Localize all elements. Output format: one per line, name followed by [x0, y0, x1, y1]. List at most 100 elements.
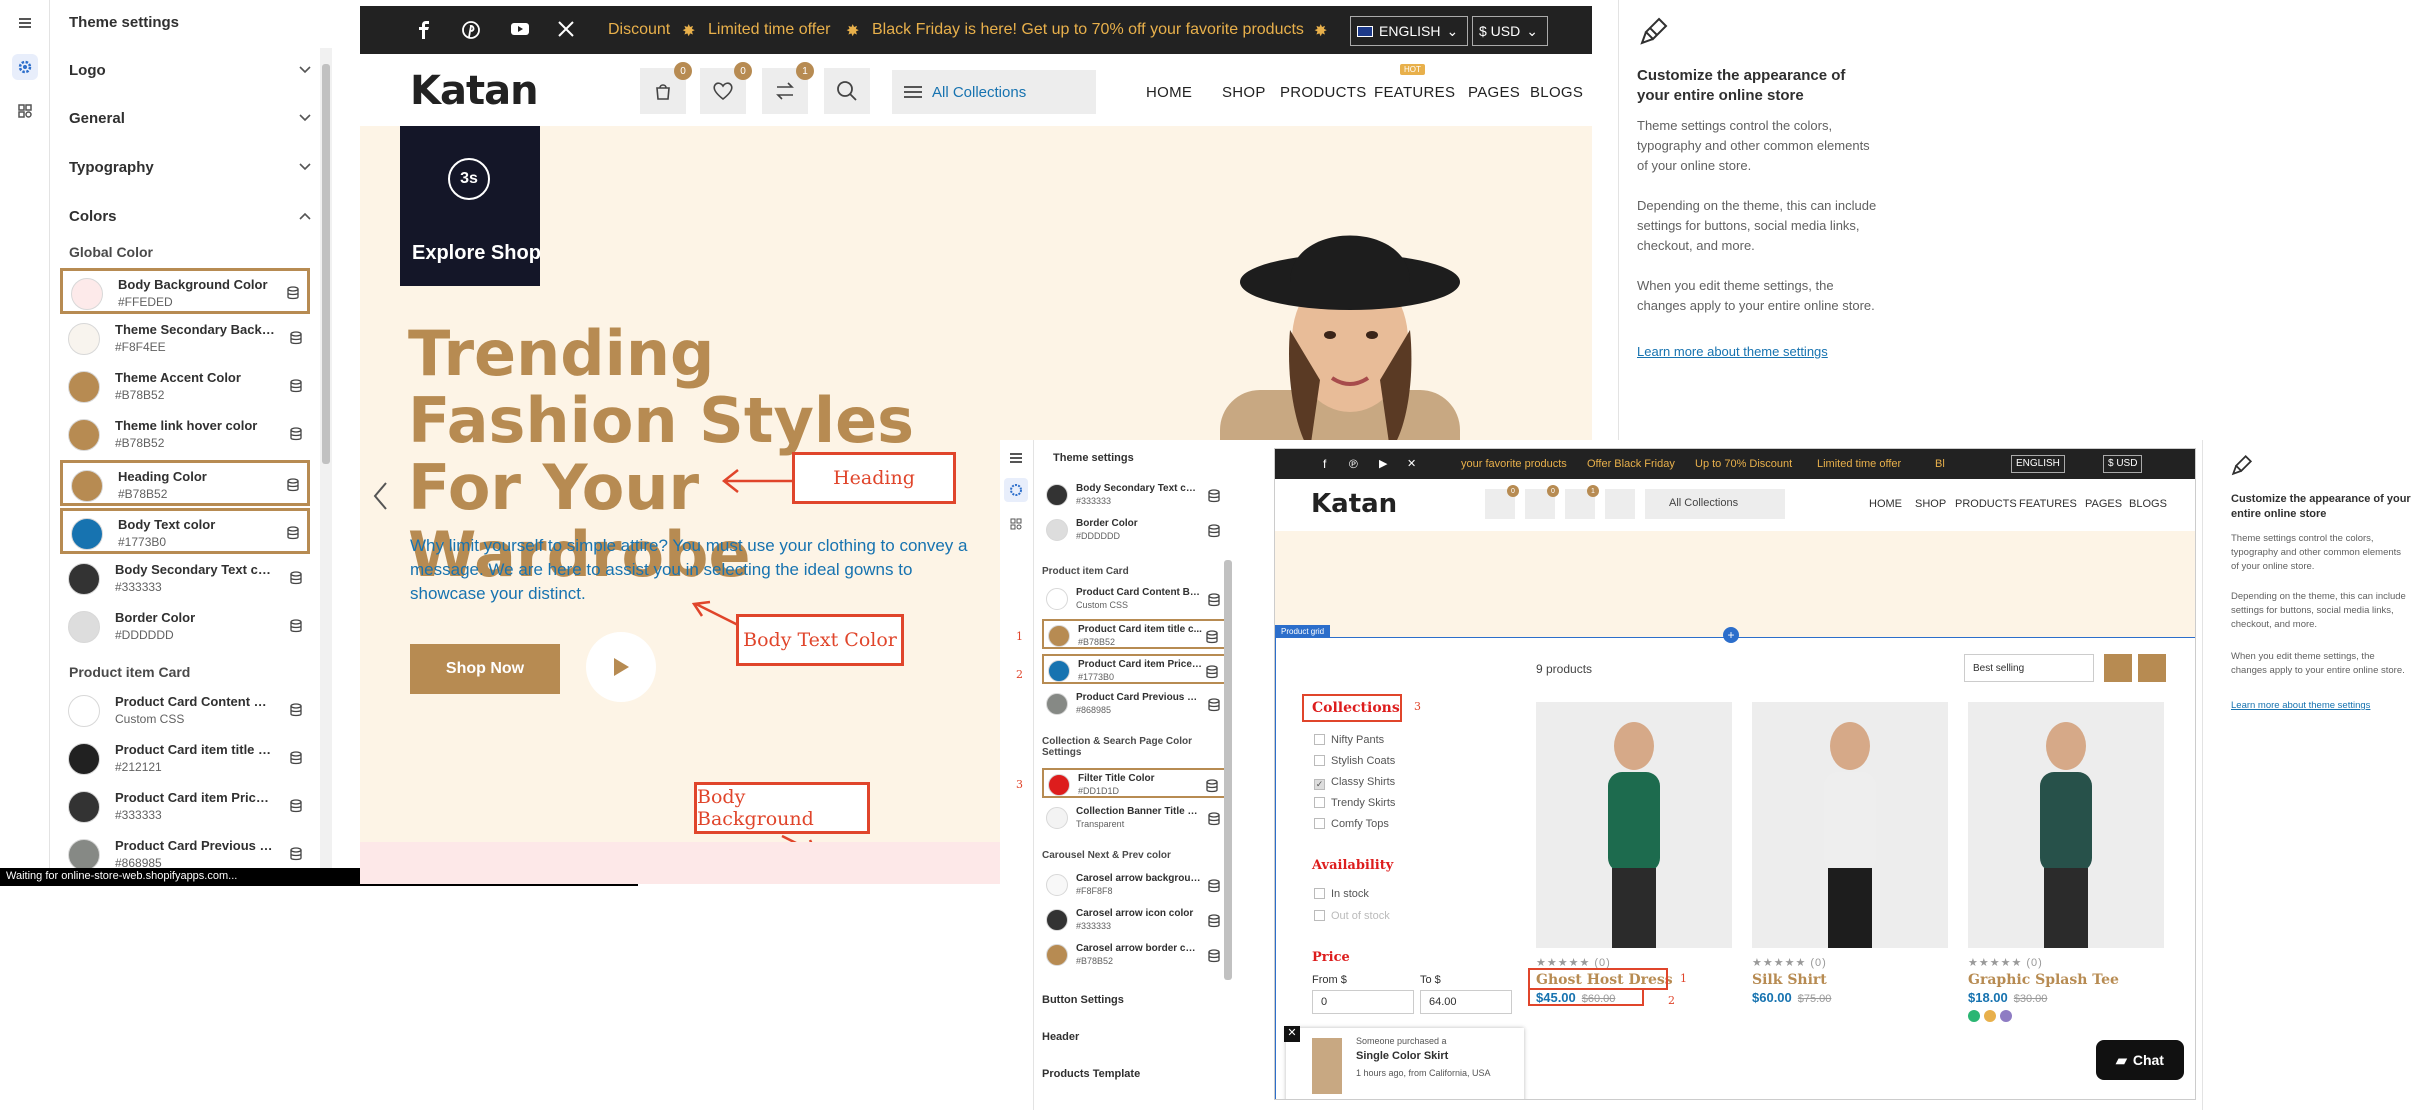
color-swatch[interactable]	[1046, 944, 1068, 966]
settings-gear-icon[interactable]	[12, 54, 38, 80]
checkbox[interactable]	[1314, 910, 1325, 921]
filter-option[interactable]: Out of stock	[1314, 910, 1390, 922]
nav-products[interactable]: PRODUCTS	[1955, 498, 2017, 510]
database-icon[interactable]	[290, 331, 302, 345]
color-setting-row[interactable]: Product Card Content Backgr... Custom CSS	[60, 688, 310, 734]
color-swatch[interactable]	[1046, 693, 1068, 715]
color-setting-row[interactable]: Body Text color #1773B0	[60, 508, 310, 554]
color-setting-row[interactable]: Product Card Previous Pr... #868985	[1042, 689, 1226, 719]
database-icon[interactable]	[290, 571, 302, 585]
database-icon[interactable]	[1206, 779, 1218, 793]
youtube-icon[interactable]	[510, 21, 530, 37]
facebook-icon[interactable]	[418, 21, 430, 39]
color-swatch[interactable]	[68, 323, 100, 355]
color-swatch[interactable]	[68, 791, 100, 823]
color-setting-row[interactable]: Body Secondary Text color #333333	[60, 556, 310, 602]
chat-button[interactable]: ▰ Chat	[2096, 1040, 2184, 1080]
nav-shop[interactable]: SHOP	[1915, 498, 1946, 510]
filter-option[interactable]: Comfy Tops	[1314, 818, 1389, 830]
color-swatch[interactable]	[71, 470, 103, 502]
store-logo[interactable]: Katan	[410, 68, 539, 114]
section-logo[interactable]: Logo	[69, 62, 319, 79]
currency-selector[interactable]: $ USD ⌄	[1472, 16, 1548, 46]
carousel-prev-icon[interactable]	[372, 481, 390, 511]
filter-option[interactable]: Trendy Skirts	[1314, 797, 1395, 809]
color-setting-row[interactable]: Carosel arrow icon color #333333	[1042, 905, 1226, 935]
search-icon[interactable]	[824, 68, 870, 114]
database-icon[interactable]	[290, 799, 302, 813]
color-setting-row[interactable]: Carosel arrow background #F8F8F8	[1042, 870, 1226, 900]
filter-title-price[interactable]: Price	[1312, 950, 1350, 965]
database-icon[interactable]	[1208, 593, 1220, 607]
color-setting-row[interactable]: Body Background Color #FFEDED	[60, 268, 310, 314]
database-icon[interactable]	[1206, 665, 1218, 679]
learn-more-link[interactable]: Learn more about theme settings	[1637, 344, 1828, 359]
scrollbar-thumb[interactable]	[322, 64, 330, 464]
database-icon[interactable]	[1206, 630, 1218, 644]
product-card-image[interactable]	[1752, 702, 1948, 948]
settings-gear-icon[interactable]	[1004, 478, 1028, 502]
database-icon[interactable]	[1208, 812, 1220, 826]
checkbox[interactable]	[1314, 818, 1325, 829]
pinterest-icon[interactable]: ℗	[1349, 457, 1358, 471]
nav-features[interactable]: FEATURES	[2019, 498, 2077, 510]
database-icon[interactable]	[1208, 914, 1220, 928]
color-swatch[interactable]	[68, 371, 100, 403]
checkbox[interactable]	[1314, 888, 1325, 899]
wishlist-heart-icon[interactable]: 0	[700, 62, 752, 114]
accordion-2[interactable]: Products Template	[1042, 1068, 1226, 1080]
database-icon[interactable]	[290, 751, 302, 765]
product-title[interactable]: Silk Shirt	[1752, 972, 1827, 988]
explore-shop-card[interactable]: 3s Explore Shop	[400, 126, 541, 286]
database-icon[interactable]	[290, 619, 302, 633]
nav-shop[interactable]: SHOP	[1222, 84, 1266, 101]
color-swatch[interactable]	[71, 278, 103, 310]
color-swatch[interactable]	[68, 611, 100, 643]
checkbox[interactable]	[1314, 755, 1325, 766]
color-setting-row[interactable]: Product Card item Price ... #1773B0	[1042, 654, 1226, 684]
color-setting-row[interactable]: Theme Secondary Backg... #F8F4EE	[60, 316, 310, 362]
checkbox[interactable]: ✓	[1314, 779, 1325, 790]
color-variant-swatch[interactable]	[1968, 1010, 1980, 1022]
section-general[interactable]: General	[69, 110, 319, 127]
database-icon[interactable]	[290, 847, 302, 861]
play-video-button[interactable]	[586, 632, 656, 702]
all-collections-menu[interactable]: All Collections	[892, 70, 1096, 114]
checkbox[interactable]	[1314, 797, 1325, 808]
sections-icon[interactable]	[1010, 452, 1022, 464]
database-icon[interactable]	[290, 703, 302, 717]
color-setting-row[interactable]: Filter Title Color #DD1D1D	[1042, 768, 1226, 798]
database-icon[interactable]	[287, 526, 299, 540]
database-icon[interactable]	[287, 286, 299, 300]
filter-option[interactable]: Stylish Coats	[1314, 755, 1395, 767]
nav-products[interactable]: PRODUCTS	[1280, 84, 1367, 101]
color-swatch[interactable]	[68, 563, 100, 595]
color-swatch[interactable]	[1048, 625, 1070, 647]
database-icon[interactable]	[1208, 524, 1220, 538]
filter-option[interactable]: In stock	[1314, 888, 1369, 900]
compare-arrows-icon[interactable]: 1	[762, 62, 814, 114]
color-setting-row[interactable]: Product Card item title c... #212121	[60, 736, 310, 782]
filter-option[interactable]: ✓ Classy Shirts	[1314, 776, 1395, 790]
checkbox[interactable]	[1314, 734, 1325, 745]
color-swatch[interactable]	[1046, 484, 1068, 506]
youtube-icon[interactable]: ▶	[1379, 457, 1387, 470]
database-icon[interactable]	[1208, 489, 1220, 503]
price-to-input[interactable]: 64.00	[1420, 990, 1512, 1014]
facebook-icon[interactable]: f	[1323, 457, 1326, 471]
nav-pages[interactable]: PAGES	[2085, 498, 2122, 510]
scrollbar-thumb[interactable]	[1224, 560, 1232, 980]
color-setting-row[interactable]: Border Color #DDDDDD	[60, 604, 310, 650]
panel-scrollbar[interactable]	[320, 48, 332, 870]
wishlist-heart-icon[interactable]: 0	[1525, 485, 1559, 519]
color-setting-row[interactable]: Product Card Previous Pr... #868985	[60, 832, 310, 870]
nav-blogs[interactable]: BLOGS	[1530, 84, 1583, 101]
product-card-image[interactable]	[1536, 702, 1732, 948]
cart-icon[interactable]: 0	[640, 62, 692, 114]
language-selector[interactable]: ENGLISH ⌄	[1350, 16, 1468, 46]
cart-icon[interactable]: 0	[1485, 485, 1519, 519]
database-icon[interactable]	[1208, 949, 1220, 963]
color-swatch[interactable]	[1046, 874, 1068, 896]
color-swatch[interactable]	[68, 695, 100, 727]
product-card-image[interactable]	[1968, 702, 2164, 948]
